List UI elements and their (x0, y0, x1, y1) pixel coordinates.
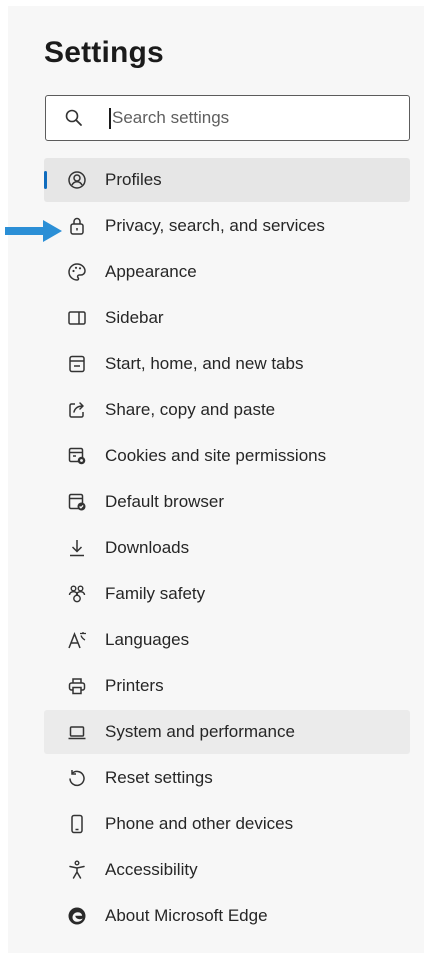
nav-item-sidebar[interactable]: Sidebar (44, 296, 410, 340)
nav-item-label: Printers (105, 676, 164, 695)
nav-item-label: Profiles (105, 170, 162, 189)
arrow-right-icon (5, 220, 62, 242)
printer-icon (66, 675, 88, 697)
page-title: Settings (44, 36, 164, 69)
nav-item-label: Share, copy and paste (105, 400, 276, 419)
nav-item-label: Reset settings (105, 768, 213, 787)
settings-nav: Profiles Privacy, search, and services A… (44, 158, 410, 940)
nav-item-appearance[interactable]: Appearance (44, 250, 410, 294)
nav-item-downloads[interactable]: Downloads (44, 526, 410, 570)
sidebar-icon (66, 307, 88, 329)
nav-item-family-safety[interactable]: Family safety (44, 572, 410, 616)
nav-item-label: Phone and other devices (105, 814, 294, 833)
nav-item-phone-devices[interactable]: Phone and other devices (44, 802, 410, 846)
text-cursor (109, 108, 111, 129)
home-tabs-icon (66, 353, 88, 375)
nav-item-label: Downloads (105, 538, 190, 557)
nav-item-privacy[interactable]: Privacy, search, and services (44, 204, 410, 248)
nav-item-label: Accessibility (105, 860, 198, 879)
share-icon (66, 399, 88, 421)
family-icon (66, 583, 88, 605)
nav-item-start-home[interactable]: Start, home, and new tabs (44, 342, 410, 386)
search-icon (64, 108, 84, 128)
nav-item-about[interactable]: About Microsoft Edge (44, 894, 410, 938)
search-box[interactable] (45, 95, 410, 141)
nav-item-label: Default browser (105, 492, 225, 511)
nav-item-reset[interactable]: Reset settings (44, 756, 410, 800)
profile-icon (66, 169, 88, 191)
palette-icon (66, 261, 88, 283)
nav-item-label: Family safety (105, 584, 206, 603)
nav-item-label: Sidebar (105, 308, 164, 327)
nav-item-share[interactable]: Share, copy and paste (44, 388, 410, 432)
nav-item-label: System and performance (105, 722, 295, 741)
edge-logo-icon (66, 905, 88, 927)
nav-item-default-browser[interactable]: Default browser (44, 480, 410, 524)
nav-item-label: Privacy, search, and services (105, 216, 325, 235)
nav-item-label: Cookies and site permissions (105, 446, 327, 465)
laptop-icon (66, 721, 88, 743)
selection-indicator (44, 171, 47, 189)
nav-item-label: Appearance (105, 262, 197, 281)
languages-icon (66, 629, 88, 651)
lock-icon (66, 215, 88, 237)
nav-item-label: Languages (105, 630, 190, 649)
nav-item-languages[interactable]: Languages (44, 618, 410, 662)
nav-item-system[interactable]: System and performance (44, 710, 410, 754)
nav-item-profiles[interactable]: Profiles (44, 158, 410, 202)
search-input[interactable] (112, 105, 392, 131)
download-icon (66, 537, 88, 559)
nav-item-label: Start, home, and new tabs (105, 354, 304, 373)
nav-item-printers[interactable]: Printers (44, 664, 410, 708)
phone-icon (66, 813, 88, 835)
cookies-permissions-icon (66, 445, 88, 467)
default-browser-icon (66, 491, 88, 513)
accessibility-icon (66, 859, 88, 881)
reset-icon (66, 767, 88, 789)
nav-item-accessibility[interactable]: Accessibility (44, 848, 410, 892)
nav-item-label: About Microsoft Edge (105, 906, 268, 925)
nav-item-cookies[interactable]: Cookies and site permissions (44, 434, 410, 478)
